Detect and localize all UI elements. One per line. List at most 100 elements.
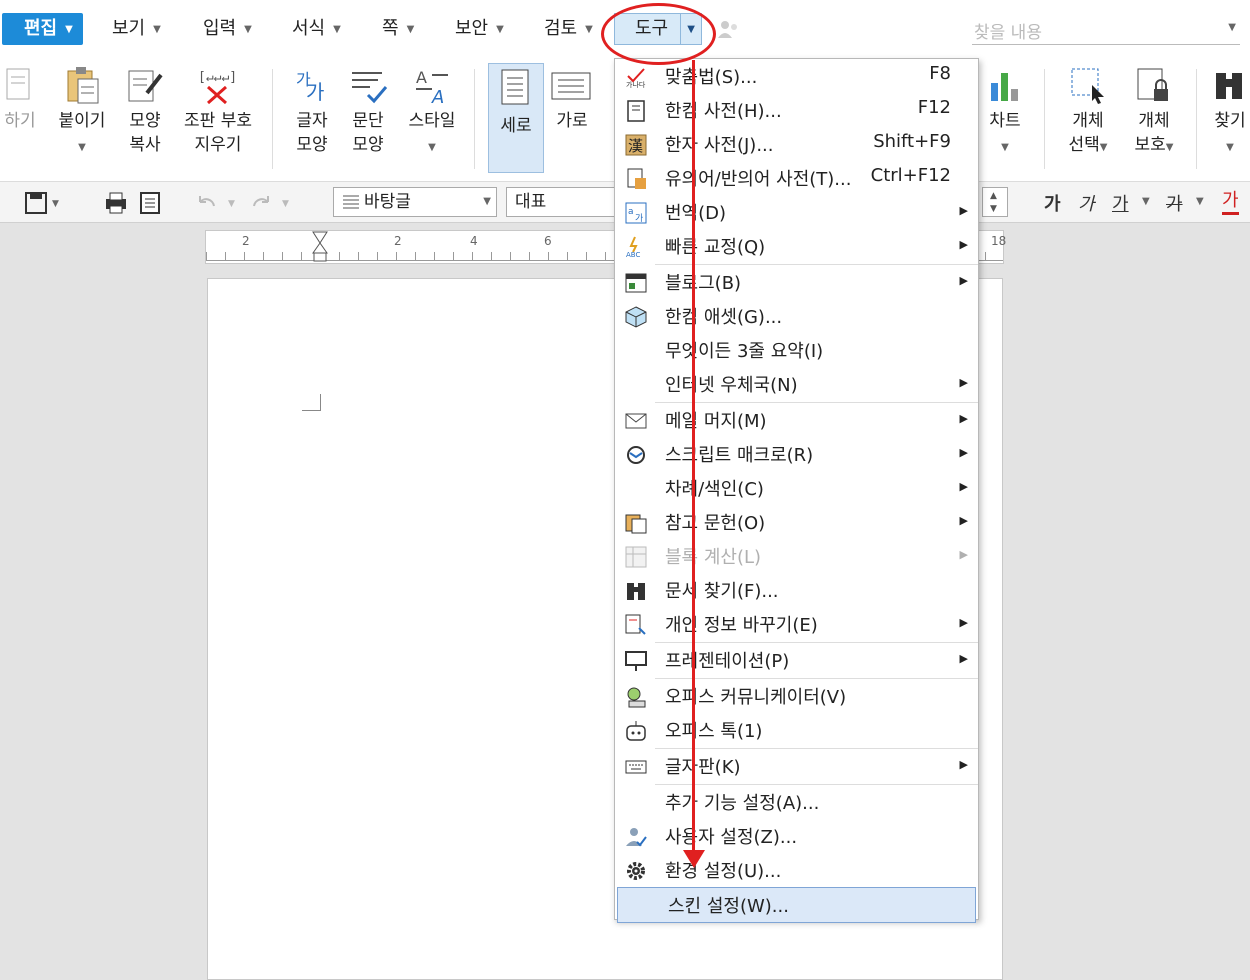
- print-icon[interactable]: [104, 192, 128, 214]
- thesaurus-icon: [625, 168, 647, 190]
- tab-view-label: 보기: [112, 18, 146, 39]
- gear-icon: [625, 860, 647, 882]
- spin-down-icon[interactable]: ▼: [990, 195, 997, 223]
- menu-item-8[interactable]: 한컴 애셋(G)...: [615, 299, 978, 333]
- margin-corner-mark: [302, 394, 321, 411]
- ribbon-label: 세로: [500, 116, 532, 136]
- menu-item-24[interactable]: 환경 설정(U)...: [615, 853, 978, 887]
- menu-item-11[interactable]: 메일 머지(M) ▶: [615, 403, 978, 437]
- submenu-arrow-icon: ▶: [959, 616, 968, 629]
- chevron-down-icon: ▼: [428, 142, 436, 153]
- share-icon[interactable]: [716, 18, 740, 40]
- chevron-down-icon[interactable]: ▼: [1142, 196, 1150, 207]
- ribbon-style-button[interactable]: AA 스타일 ▼: [402, 65, 462, 160]
- menu-item-25[interactable]: 스킨 설정(W)...: [617, 887, 976, 923]
- menu-item-10[interactable]: 인터넷 우체국(N) ▶: [615, 367, 978, 401]
- font-color-button[interactable]: 가: [1222, 190, 1239, 215]
- menu-item-label: 맞춤법(S)...: [665, 67, 758, 88]
- menu-item-12[interactable]: 스크립트 매크로(R) ▶: [615, 437, 978, 471]
- ribbon-label: 모양: [296, 135, 328, 155]
- ribbon-landscape-button[interactable]: 가로: [548, 65, 596, 133]
- menu-item-label: 차례/색인(C): [665, 479, 764, 500]
- ribbon-find-button[interactable]: 찾기 ▼: [1210, 65, 1250, 160]
- annotation-arrow-head-icon: [683, 850, 705, 868]
- para-shape-icon: [352, 72, 388, 104]
- menu-item-2[interactable]: 한컴 사전(H)... F12: [615, 93, 978, 127]
- menu-item-9[interactable]: 무엇이든 3줄 요약(I): [615, 333, 978, 367]
- ribbon-label: 가로: [556, 111, 588, 131]
- privacy-icon: [625, 614, 647, 636]
- tab-insert[interactable]: 입력 ▼: [203, 13, 252, 45]
- spellcheck-icon: 가나다: [625, 66, 647, 89]
- svg-text:漢: 漢: [628, 137, 643, 155]
- ribbon-label: 스타일: [408, 111, 456, 131]
- svg-text:가: 가: [306, 80, 324, 104]
- ribbon-portrait-button[interactable]: 세로: [488, 63, 544, 173]
- menu-item-16[interactable]: 문서 찾기(F)...: [615, 573, 978, 607]
- menu-item-6[interactable]: ABC 빠른 교정(Q) ▶: [615, 229, 978, 263]
- ribbon-para-shape-button[interactable]: 문단 모양: [344, 65, 392, 157]
- save-icon[interactable]: ▼: [24, 192, 64, 214]
- menu-item-4[interactable]: 유의어/반의어 사전(T)... Ctrl+F12: [615, 161, 978, 195]
- undo-icon[interactable]: ▼: [196, 192, 242, 214]
- menu-item-23[interactable]: 사용자 설정(Z)...: [615, 819, 978, 853]
- menu-item-label: 스킨 설정(W)...: [668, 896, 789, 917]
- tab-format[interactable]: 서식 ▼: [292, 13, 341, 45]
- font-select[interactable]: 대표: [506, 187, 615, 217]
- menu-item-21[interactable]: 글자판(K) ▶: [615, 749, 978, 783]
- svg-text:▼: ▼: [282, 199, 289, 209]
- highlight-circle: [601, 3, 716, 65]
- italic-button[interactable]: 가: [1078, 190, 1095, 216]
- font-size-spinner[interactable]: ▲ ▼: [982, 187, 1008, 217]
- ribbon-label: 차트: [989, 111, 1021, 131]
- tab-view[interactable]: 보기 ▼: [112, 13, 161, 45]
- menu-item-17[interactable]: 개인 정보 바꾸기(E) ▶: [615, 607, 978, 641]
- menu-item-shortcut: Shift+F9: [873, 131, 951, 152]
- svg-text:가나다: 가나다: [626, 80, 646, 88]
- menu-item-shortcut: F8: [929, 63, 951, 84]
- chevron-down-icon[interactable]: ▼: [1196, 196, 1204, 207]
- chevron-down-icon[interactable]: ▼: [1228, 22, 1236, 33]
- preview-icon[interactable]: [138, 192, 162, 214]
- menu-item-18[interactable]: 프레젠테이션(P) ▶: [615, 643, 978, 677]
- search-input[interactable]: 찾을 내용 ▼: [972, 16, 1240, 45]
- ribbon-format-painter-button[interactable]: 모양 복사: [120, 65, 170, 157]
- strikethrough-button[interactable]: 가: [1166, 190, 1183, 216]
- menu-item-5[interactable]: a 가 번역(D) ▶: [615, 195, 978, 229]
- ribbon-paste-button[interactable]: 붙이기 ▼: [52, 65, 112, 160]
- ribbon-char-shape-button[interactable]: 가가 글자 모양: [288, 65, 336, 157]
- style-select[interactable]: 바탕글 ▼: [333, 187, 497, 217]
- chevron-down-icon: ▼: [1226, 142, 1234, 153]
- ribbon-cut-button[interactable]: 하기: [0, 65, 40, 133]
- ribbon-protect-object-button[interactable]: 개체 보호▼: [1126, 65, 1182, 160]
- asset-cube-icon: [625, 306, 647, 328]
- bold-button[interactable]: 가: [1044, 190, 1061, 216]
- indent-marker-icon[interactable]: [312, 231, 328, 263]
- tab-review-label: 검토: [544, 18, 578, 39]
- tab-security[interactable]: 보안 ▼: [455, 13, 504, 45]
- ribbon-label: 글자: [296, 111, 328, 131]
- tab-edit[interactable]: 편집 ▼: [2, 13, 83, 45]
- menu-item-14[interactable]: 참고 문헌(O) ▶: [615, 505, 978, 539]
- chevron-down-icon: ▼: [496, 24, 504, 35]
- menu-item-13[interactable]: 차례/색인(C) ▶: [615, 471, 978, 505]
- menu-item-3[interactable]: 漢 한자 사전(J)... Shift+F9: [615, 127, 978, 161]
- menu-item-label: 한자 사전(J)...: [665, 135, 774, 156]
- ribbon-chart-button[interactable]: 차트 ▼: [982, 65, 1028, 160]
- divider: [1044, 69, 1045, 169]
- menu-item-20[interactable]: 오피스 톡(1): [615, 713, 978, 747]
- menu-item-22[interactable]: 추가 기능 설정(A)...: [615, 785, 978, 819]
- style-select-value: 바탕글: [364, 192, 411, 212]
- menu-item-19[interactable]: 오피스 커뮤니케이터(V): [615, 679, 978, 713]
- submenu-arrow-icon: ▶: [959, 412, 968, 425]
- communicator-icon: [625, 686, 647, 708]
- tab-review[interactable]: 검토 ▼: [544, 13, 593, 45]
- chart-icon: [991, 73, 1018, 101]
- ribbon-label: 하기: [4, 111, 36, 131]
- tab-page[interactable]: 쪽 ▼: [382, 13, 414, 45]
- ribbon-clear-marks-button[interactable]: [↵↵↵] 조판 부호 지우기: [178, 65, 258, 157]
- redo-icon[interactable]: ▼: [250, 192, 296, 214]
- underline-button[interactable]: 가: [1112, 190, 1129, 216]
- menu-item-7[interactable]: 블로그(B) ▶: [615, 265, 978, 299]
- ribbon-select-object-button[interactable]: 개체 선택▼: [1060, 65, 1116, 160]
